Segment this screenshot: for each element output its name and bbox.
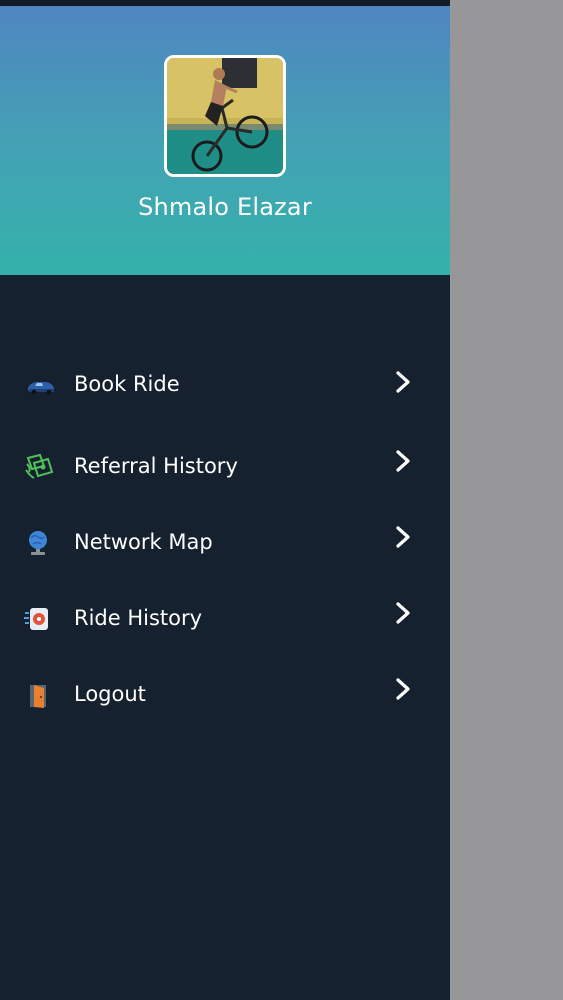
drawer-header: Shmalo Elazar (0, 6, 450, 275)
money-icon (25, 453, 54, 479)
chevron-right-icon (396, 526, 410, 548)
car-icon (28, 382, 54, 395)
menu-item-ride-history[interactable]: Ride History (0, 589, 450, 649)
menu-item-label: Logout (74, 682, 146, 706)
menu-item-logout[interactable]: Logout (0, 665, 450, 725)
user-name: Shmalo Elazar (138, 193, 312, 221)
globe-icon (29, 531, 47, 555)
ride-history-icon (24, 608, 48, 630)
door-icon (30, 685, 46, 708)
navigation-drawer: Shmalo Elazar Book Ride Referral History… (0, 0, 450, 1000)
avatar[interactable] (164, 55, 286, 177)
menu-item-network-map[interactable]: Network Map (0, 513, 450, 573)
chevron-right-icon (396, 602, 410, 624)
drawer-scrim[interactable] (450, 0, 563, 1000)
menu-item-label: Network Map (74, 530, 213, 554)
menu-item-referral-history[interactable]: Referral History (0, 437, 450, 497)
menu-item-label: Referral History (74, 454, 238, 478)
chevron-right-icon (396, 678, 410, 700)
avatar-photo (167, 58, 283, 174)
menu-item-label: Ride History (74, 606, 203, 630)
menu-item-label: Book Ride (74, 372, 180, 396)
menu-item-book-ride[interactable]: Book Ride (0, 355, 450, 415)
chevron-right-icon (396, 450, 410, 472)
chevron-right-icon (396, 371, 410, 393)
